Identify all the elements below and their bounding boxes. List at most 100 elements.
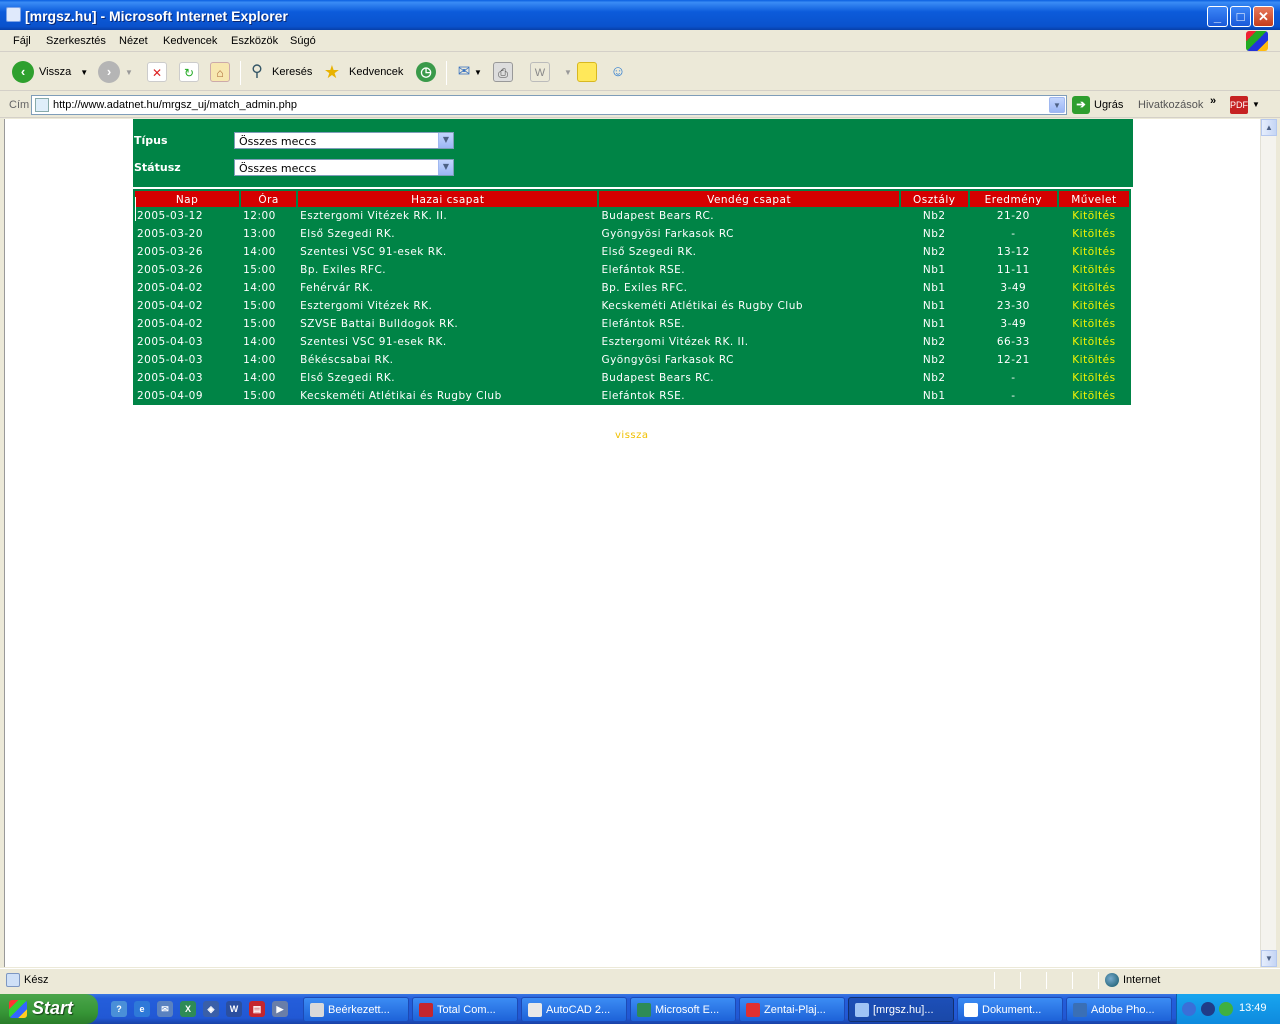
favorites-button[interactable]: ★ Kedvencek (322, 60, 404, 84)
matches-table: Nap Óra Hazai csapat Vendég csapat Osztá… (133, 189, 1131, 405)
messenger-button[interactable]: ☺ (608, 60, 628, 84)
taskbar-button-label: Total Com... (437, 1004, 496, 1016)
taskbar-button[interactable]: Microsoft E... (630, 997, 736, 1022)
back-arrow-icon: ‹ (12, 61, 34, 83)
minimize-button[interactable]: _ (1207, 6, 1228, 27)
quicklaunch-media-icon[interactable]: ▶ (272, 1001, 288, 1017)
cell-time: 14:00 (243, 336, 276, 348)
menu-view[interactable]: Nézet (119, 35, 148, 47)
address-input[interactable]: http://www.adatnet.hu/mrgsz_uj/match_adm… (31, 95, 1067, 115)
table-row: 2005-04-02 15:00 SZVSE Battai Bulldogok RK… (135, 315, 1129, 333)
refresh-button[interactable]: ↻ (179, 60, 199, 84)
taskbar-app-icon (419, 1003, 433, 1017)
edit-button[interactable]: W ▼ (530, 60, 572, 84)
pdf-dropdown-icon[interactable]: ▼ (1252, 100, 1260, 109)
pdf-icon[interactable]: PDF (1230, 96, 1248, 114)
table-row: 2005-04-02 15:00 Esztergomi Vitézek RK. Kec… (135, 297, 1129, 315)
close-button[interactable]: ✕ (1253, 6, 1274, 27)
cell-result: 12-21 (996, 354, 1030, 366)
forward-button[interactable]: › ▼ (98, 60, 133, 84)
back-button[interactable]: ‹ Vissza ▼ (12, 60, 88, 84)
quicklaunch-word-icon[interactable]: W (226, 1001, 242, 1017)
search-button[interactable]: ⚲ Keresés (247, 60, 312, 84)
cell-away-team: Bp. Exiles RFC. (601, 282, 688, 294)
history-button[interactable]: ◷ (416, 60, 441, 84)
tray-chevron-icon[interactable] (1182, 1002, 1196, 1016)
quicklaunch-totalcmd-icon[interactable]: ▤ (249, 1001, 265, 1017)
maximize-button[interactable]: □ (1230, 6, 1251, 27)
notes-button[interactable] (577, 60, 597, 84)
menu-file[interactable]: Fájl (13, 35, 31, 47)
type-select-dropdown-icon[interactable]: ▼ (438, 133, 453, 148)
back-link[interactable]: vissza (615, 430, 649, 441)
stop-button[interactable]: ✕ (147, 60, 167, 84)
back-dropdown-icon[interactable]: ▼ (80, 68, 88, 77)
zone-text: Internet (1123, 974, 1161, 986)
quicklaunch-help-icon[interactable]: ? (111, 1001, 127, 1017)
cell-division: Nb1 (922, 390, 946, 402)
cell-action[interactable]: Kitöltés (1059, 297, 1129, 315)
tray-app-icon[interactable] (1201, 1002, 1215, 1016)
edit-dropdown-icon[interactable]: ▼ (564, 68, 572, 77)
taskbar-button[interactable]: Beérkezett... (303, 997, 409, 1022)
cell-action[interactable]: Kitöltés (1059, 225, 1129, 243)
taskbar-button-label: Adobe Pho... (1091, 1004, 1155, 1016)
quicklaunch-app-icon[interactable]: ◈ (203, 1001, 219, 1017)
cell-date: 2005-03-12 (137, 210, 204, 222)
cell-action[interactable]: Kitöltés (1059, 261, 1129, 279)
taskbar-button[interactable]: AutoCAD 2... (521, 997, 627, 1022)
cell-time: 14:00 (243, 354, 276, 366)
scroll-down-icon[interactable]: ▼ (1261, 950, 1277, 967)
title-bar: [mrgsz.hu] - Microsoft Internet Explorer… (0, 0, 1280, 30)
history-icon: ◷ (416, 62, 436, 82)
cell-action[interactable]: Kitöltés (1059, 243, 1129, 261)
type-select[interactable]: Összes meccs ▼ (234, 132, 454, 149)
cell-time: 14:00 (243, 372, 276, 384)
menu-favorites[interactable]: Kedvencek (163, 35, 217, 47)
home-button[interactable]: ⌂ (210, 60, 230, 84)
go-button[interactable]: ➔ Ugrás (1072, 96, 1123, 114)
cell-action[interactable]: Kitöltés (1059, 279, 1129, 297)
cell-result: 3-49 (1000, 282, 1027, 294)
cell-action[interactable]: Kitöltés (1059, 333, 1129, 351)
col-home: Hazai csapat (298, 189, 598, 207)
forward-dropdown-icon[interactable]: ▼ (125, 68, 133, 77)
status-select[interactable]: Összes meccs ▼ (234, 159, 454, 176)
links-button[interactable]: Hivatkozások (1138, 99, 1203, 111)
status-select-dropdown-icon[interactable]: ▼ (438, 160, 453, 175)
ie-window: [mrgsz.hu] - Microsoft Internet Explorer… (0, 0, 1280, 994)
menu-help[interactable]: Súgó (290, 35, 316, 47)
quicklaunch-excel-icon[interactable]: X (180, 1001, 196, 1017)
cell-action[interactable]: Kitöltés (1059, 351, 1129, 369)
taskbar-button[interactable]: Adobe Pho... (1066, 997, 1172, 1022)
taskbar-button[interactable]: Dokument... (957, 997, 1063, 1022)
scroll-up-icon[interactable]: ▲ (1261, 119, 1277, 136)
taskbar-button[interactable]: Total Com... (412, 997, 518, 1022)
address-dropdown-icon[interactable]: ▼ (1049, 97, 1065, 113)
type-select-value: Összes meccs (239, 135, 317, 148)
mail-dropdown-icon[interactable]: ▼ (474, 68, 482, 77)
cell-date: 2005-04-02 (137, 300, 204, 312)
cell-action[interactable]: Kitöltés (1059, 369, 1129, 387)
cell-action[interactable]: Kitöltés (1059, 387, 1129, 405)
quicklaunch-ie-icon[interactable]: e (134, 1001, 150, 1017)
cell-home-team: Kecskeméti Atlétikai és Rugby Club (300, 390, 502, 402)
page-icon (35, 98, 49, 112)
mail-button[interactable]: ✉ ▼ (454, 60, 482, 84)
cell-action[interactable]: Kitöltés (1059, 315, 1129, 333)
start-button[interactable]: Start (0, 994, 98, 1024)
taskbar-button[interactable]: Zentai-Plaj... (739, 997, 845, 1022)
menu-tools[interactable]: Eszközök (231, 35, 278, 47)
links-chevron-icon[interactable]: » (1210, 95, 1216, 107)
matches-body: 2005-03-12 12:00 Esztergomi Vitézek RK. II… (135, 197, 1129, 405)
tray-check-icon[interactable] (1219, 1002, 1233, 1016)
quicklaunch-mail-icon[interactable]: ✉ (157, 1001, 173, 1017)
internet-zone-icon (1105, 973, 1119, 987)
address-url[interactable]: http://www.adatnet.hu/mrgsz_uj/match_adm… (53, 99, 297, 111)
cell-date: 2005-03-26 (137, 264, 204, 276)
print-button[interactable]: ⎙ (493, 60, 513, 84)
menu-edit[interactable]: Szerkesztés (46, 35, 106, 47)
cell-action[interactable]: Kitöltés (1059, 207, 1129, 225)
taskbar-button[interactable]: [mrgsz.hu]... (848, 997, 954, 1022)
vertical-scrollbar[interactable]: ▲ ▼ (1260, 119, 1277, 967)
